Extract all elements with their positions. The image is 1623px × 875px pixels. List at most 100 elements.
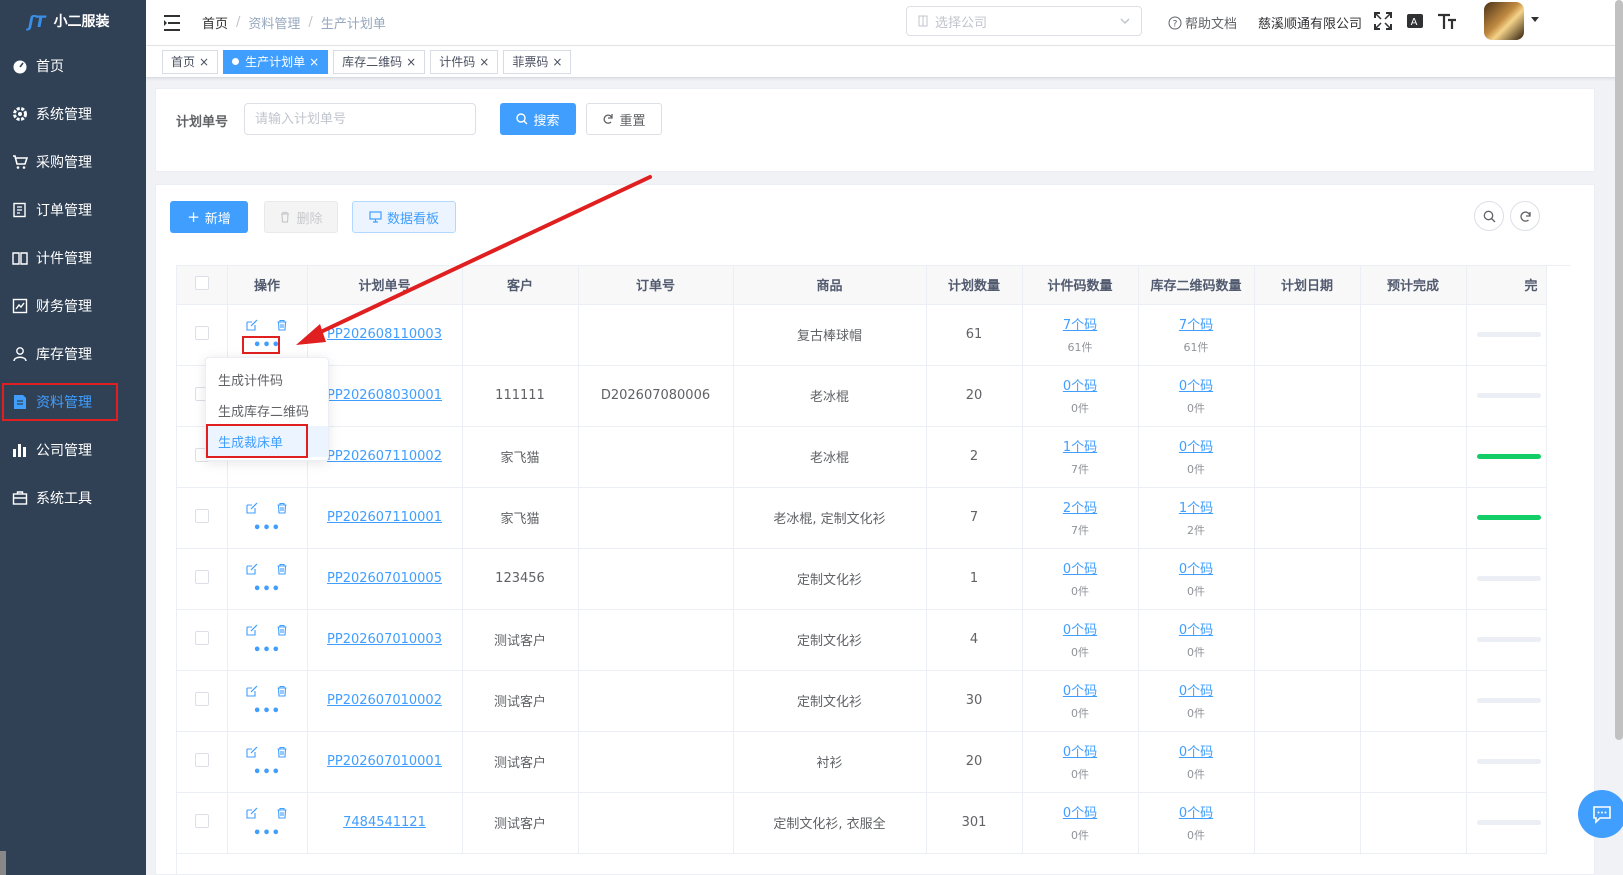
tag-item[interactable]: 首页 × (162, 49, 219, 74)
reset-button[interactable]: 重置 (586, 103, 662, 135)
sidebar-item[interactable]: 财务管理 (0, 282, 146, 330)
sidebar-item[interactable]: 首页 (0, 42, 146, 90)
sidebar-item[interactable]: 资料管理 (0, 378, 146, 426)
edit-icon[interactable] (246, 624, 258, 640)
close-icon[interactable]: × (199, 55, 209, 69)
page-scrollbar[interactable] (1615, 0, 1623, 740)
translate-icon[interactable]: A (1404, 10, 1426, 32)
row-checkbox[interactable] (194, 752, 209, 767)
help-docs-link[interactable]: ? 帮助文档 (1168, 13, 1237, 32)
user-avatar[interactable] (1484, 2, 1524, 40)
table-row[interactable]: PP202607110002 家飞猫 老冰棍 2 1个码 7件 0个码 0件 (177, 426, 1547, 488)
piece-code-link[interactable]: 0个码 (1063, 623, 1097, 638)
sidebar-item[interactable]: 订单管理 (0, 186, 146, 234)
more-actions-icon[interactable]: ••• (242, 335, 281, 354)
caret-down-icon[interactable] (1530, 16, 1540, 24)
tag-item[interactable]: 计件码 × (430, 49, 499, 74)
edit-icon[interactable] (246, 563, 258, 579)
stock-code-link[interactable]: 0个码 (1179, 562, 1213, 577)
fullscreen-icon[interactable] (1372, 10, 1394, 32)
app-logo[interactable]: ʃT 小二服装 (0, 0, 146, 42)
row-checkbox[interactable] (194, 691, 209, 706)
tag-item[interactable]: 菲票码 × (503, 49, 572, 74)
plan-no-link[interactable]: 7484541121 (343, 815, 426, 830)
piece-code-link[interactable]: 1个码 (1063, 440, 1097, 455)
more-actions-icon[interactable]: ••• (253, 583, 281, 596)
table-row[interactable]: ••• PP202607010001 测试客户 衬衫 20 0个码 0件 0个码 0件 (177, 731, 1547, 793)
more-actions-icon[interactable]: ••• (253, 827, 281, 840)
more-actions-icon[interactable]: ••• (253, 644, 281, 657)
trash-icon[interactable] (276, 746, 288, 762)
piece-code-link[interactable]: 0个码 (1063, 562, 1097, 577)
delete-button[interactable]: 删除 (264, 201, 338, 233)
hamburger-icon[interactable] (164, 14, 184, 32)
stock-code-link[interactable]: 1个码 (1179, 501, 1213, 516)
edit-icon[interactable] (246, 807, 258, 823)
table-row[interactable]: ••• PP202607110001 家飞猫 老冰棍, 定制文化衫 7 2个码 7件 1个码 2… (177, 487, 1547, 549)
plan-no-link[interactable]: PP202607010002 (327, 693, 442, 708)
piece-code-link[interactable]: 0个码 (1063, 379, 1097, 394)
sidebar-item[interactable]: 公司管理 (0, 426, 146, 474)
stock-code-link[interactable]: 0个码 (1179, 623, 1213, 638)
table-row[interactable]: ••• PP202607010002 测试客户 定制文化衫 30 0个码 0件 0个码 0件 (177, 670, 1547, 732)
data-board-button[interactable]: 数据看板 (352, 201, 456, 233)
chat-support-button[interactable] (1578, 790, 1623, 838)
plan-no-link[interactable]: PP202608030001 (327, 388, 442, 403)
plan-no-link[interactable]: PP202607010005 (327, 571, 442, 586)
trash-icon[interactable] (276, 807, 288, 823)
table-row[interactable]: ••• PP202607010003 测试客户 定制文化衫 4 0个码 0件 0个码 0件 (177, 609, 1547, 671)
refresh-table-button[interactable] (1510, 201, 1540, 231)
trash-icon[interactable] (276, 502, 288, 518)
row-checkbox[interactable] (194, 325, 209, 340)
plan-no-input[interactable] (244, 103, 476, 135)
piece-code-link[interactable]: 2个码 (1063, 501, 1097, 516)
search-button[interactable]: 搜索 (500, 103, 576, 135)
plan-no-link[interactable]: PP202607110001 (327, 510, 442, 525)
row-checkbox[interactable] (194, 630, 209, 645)
edit-icon[interactable] (246, 502, 258, 518)
table-row[interactable]: ••• 7484541121 测试客户 定制文化衫, 衣服全 301 0个码 0件 0个码 0件 (177, 792, 1547, 854)
edit-icon[interactable] (246, 685, 258, 701)
breadcrumb-home[interactable]: 首页 (202, 13, 228, 32)
stock-code-link[interactable]: 0个码 (1179, 745, 1213, 760)
table-row[interactable]: ••• PP202607010005 123456 定制文化衫 1 0个码 0件 0个码 0件 (177, 548, 1547, 610)
close-icon[interactable]: × (309, 55, 319, 69)
add-button[interactable]: + 新增 (170, 201, 248, 233)
piece-code-link[interactable]: 0个码 (1063, 684, 1097, 699)
row-checkbox[interactable] (194, 813, 209, 828)
toggle-search-button[interactable] (1474, 201, 1504, 231)
plan-no-link[interactable]: PP202607110002 (327, 449, 442, 464)
plan-no-link[interactable]: PP202608110003 (327, 327, 442, 342)
plan-no-link[interactable]: PP202607010001 (327, 754, 442, 769)
piece-code-link[interactable]: 7个码 (1063, 318, 1097, 333)
trash-icon[interactable] (276, 319, 288, 335)
trash-icon[interactable] (276, 563, 288, 579)
stock-code-link[interactable]: 0个码 (1179, 684, 1213, 699)
font-size-icon[interactable] (1436, 10, 1458, 32)
sidebar-item[interactable]: 计件管理 (0, 234, 146, 282)
company-select[interactable]: 选择公司 (906, 6, 1142, 36)
row-checkbox[interactable] (194, 508, 209, 523)
plan-no-link[interactable]: PP202607010003 (327, 632, 442, 647)
more-actions-icon[interactable]: ••• (253, 705, 281, 718)
sidebar-item[interactable]: 库存管理 (0, 330, 146, 378)
close-icon[interactable]: × (479, 55, 489, 69)
more-actions-icon[interactable]: ••• (253, 522, 281, 535)
trash-icon[interactable] (276, 685, 288, 701)
table-row[interactable]: ••• PP202608110003 复古棒球帽 61 7个码 61件 7个码 61件 (177, 304, 1547, 366)
sidebar-item[interactable]: 系统工具 (0, 474, 146, 522)
sidebar-item[interactable]: 采购管理 (0, 138, 146, 186)
row-checkbox[interactable] (194, 569, 209, 584)
stock-code-link[interactable]: 0个码 (1179, 440, 1213, 455)
more-actions-icon[interactable]: ••• (253, 766, 281, 779)
tag-item[interactable]: 生产计划单 × (223, 49, 329, 74)
close-icon[interactable]: × (406, 55, 416, 69)
piece-code-link[interactable]: 0个码 (1063, 745, 1097, 760)
stock-code-link[interactable]: 0个码 (1179, 806, 1213, 821)
generate-piece-code-item[interactable]: 生成计件码 (206, 364, 328, 395)
tag-item[interactable]: 库存二维码 × (333, 49, 426, 74)
edit-icon[interactable] (246, 319, 258, 335)
sidebar-item[interactable]: 系统管理 (0, 90, 146, 138)
select-all-checkbox[interactable] (194, 275, 209, 290)
piece-code-link[interactable]: 0个码 (1063, 806, 1097, 821)
